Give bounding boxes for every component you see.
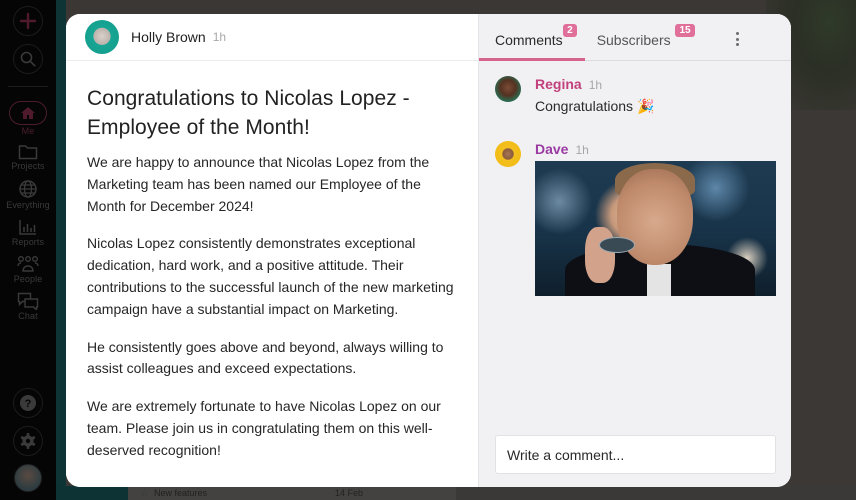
svg-text:?: ? xyxy=(25,398,32,410)
panel-tabs: Comments 2 Subscribers 15 xyxy=(479,14,791,61)
background-list: ☆ New features 14 Feb xyxy=(56,486,856,500)
plus-icon xyxy=(19,12,37,30)
sidebar-item-chat[interactable]: Chat xyxy=(17,292,39,321)
help-icon: ? xyxy=(20,395,36,411)
folder-icon xyxy=(18,145,38,160)
bar-chart-icon xyxy=(19,220,36,235)
tab-label: Subscribers xyxy=(596,31,671,48)
post-paragraph: He consistently goes above and beyond, a… xyxy=(87,338,444,377)
active-tab-indicator xyxy=(479,58,585,61)
post-panel: Holly Brown 1h Congratulations to Nicola… xyxy=(66,14,478,487)
comment-time: 1h xyxy=(588,78,603,92)
more-vertical-icon xyxy=(735,32,739,35)
sidebar-item-label: Reports xyxy=(11,237,45,247)
sidebar-item-everything[interactable]: Everything xyxy=(6,179,50,210)
comment: Dave 1h xyxy=(495,141,776,296)
settings-icon xyxy=(20,433,36,449)
post-time: 1h xyxy=(212,30,227,44)
post-title: Congratulations to Nicolas Lopez - Emplo… xyxy=(87,87,410,139)
post-paragraph: We are happy to announce that Nicolas Lo… xyxy=(87,154,430,214)
post-paragraph: We are extremely fortunate to have Nicol… xyxy=(87,398,441,458)
home-icon xyxy=(21,107,35,119)
post-header: Holly Brown 1h xyxy=(66,14,478,61)
help-button[interactable]: ? xyxy=(13,388,43,418)
sidebar-item-label: People xyxy=(13,274,43,284)
sidebar-item-people[interactable]: People xyxy=(14,255,43,284)
globe-icon xyxy=(19,180,37,198)
search-button[interactable] xyxy=(13,44,43,74)
sidebar-item-label: Me xyxy=(21,126,35,136)
comment-time: 1h xyxy=(575,143,589,157)
sidebar-divider xyxy=(8,86,48,87)
tab-label: Comments xyxy=(495,31,563,48)
tab-subscribers[interactable]: Subscribers 15 xyxy=(596,14,695,60)
sidebar: Me Projects Everything Reports People Ch… xyxy=(0,0,56,500)
commenter-name[interactable]: Dave xyxy=(535,141,568,157)
post-paragraph: Nicolas Lopez consistently demonstrates … xyxy=(87,235,454,317)
background-panel-edge xyxy=(56,0,66,500)
sidebar-item-label: Everything xyxy=(6,200,50,210)
tab-comments[interactable]: Comments 2 xyxy=(495,14,577,60)
post-modal: Holly Brown 1h Congratulations to Nicola… xyxy=(66,14,791,487)
screen: ☆ New features 14 Feb Me Projects Everyt… xyxy=(0,0,856,500)
subscribers-count-badge: 15 xyxy=(675,24,695,37)
commenter-name[interactable]: Regina xyxy=(535,76,582,92)
sidebar-item-me[interactable]: Me xyxy=(9,101,47,136)
sidebar-item-projects[interactable]: Projects xyxy=(11,144,45,171)
background-list-row: ☆ New features 14 Feb xyxy=(128,486,456,500)
author-name[interactable]: Holly Brown xyxy=(131,29,206,45)
comments-count-badge: 2 xyxy=(563,24,577,37)
sidebar-item-label: Chat xyxy=(18,311,38,321)
commenter-avatar[interactable] xyxy=(495,141,521,167)
comment: Regina 1h Congratulations 🎉 xyxy=(495,76,654,115)
add-button[interactable] xyxy=(13,6,43,36)
background-row-title: New features xyxy=(153,488,207,498)
chat-icon xyxy=(17,292,39,310)
background-row-date: 14 Feb xyxy=(335,488,364,498)
commenter-avatar[interactable] xyxy=(495,76,521,102)
star-icon: ☆ xyxy=(140,487,149,499)
user-avatar[interactable] xyxy=(14,464,42,492)
post-body: Congratulations to Nicolas Lopez - Emplo… xyxy=(66,61,478,462)
comment-input[interactable] xyxy=(495,435,776,474)
sidebar-item-label: Projects xyxy=(11,161,45,171)
people-icon xyxy=(17,256,39,272)
search-icon xyxy=(20,51,36,67)
more-options-button[interactable] xyxy=(731,30,743,48)
author-avatar[interactable] xyxy=(85,20,119,54)
comment-text: Congratulations 🎉 xyxy=(535,98,655,114)
settings-button[interactable] xyxy=(13,426,43,456)
comments-panel: Comments 2 Subscribers 15 Regina 1h Cong… xyxy=(478,14,791,487)
comment-gif-attachment[interactable] xyxy=(535,161,776,296)
background-app-header xyxy=(56,0,856,14)
sidebar-item-reports[interactable]: Reports xyxy=(12,218,44,247)
